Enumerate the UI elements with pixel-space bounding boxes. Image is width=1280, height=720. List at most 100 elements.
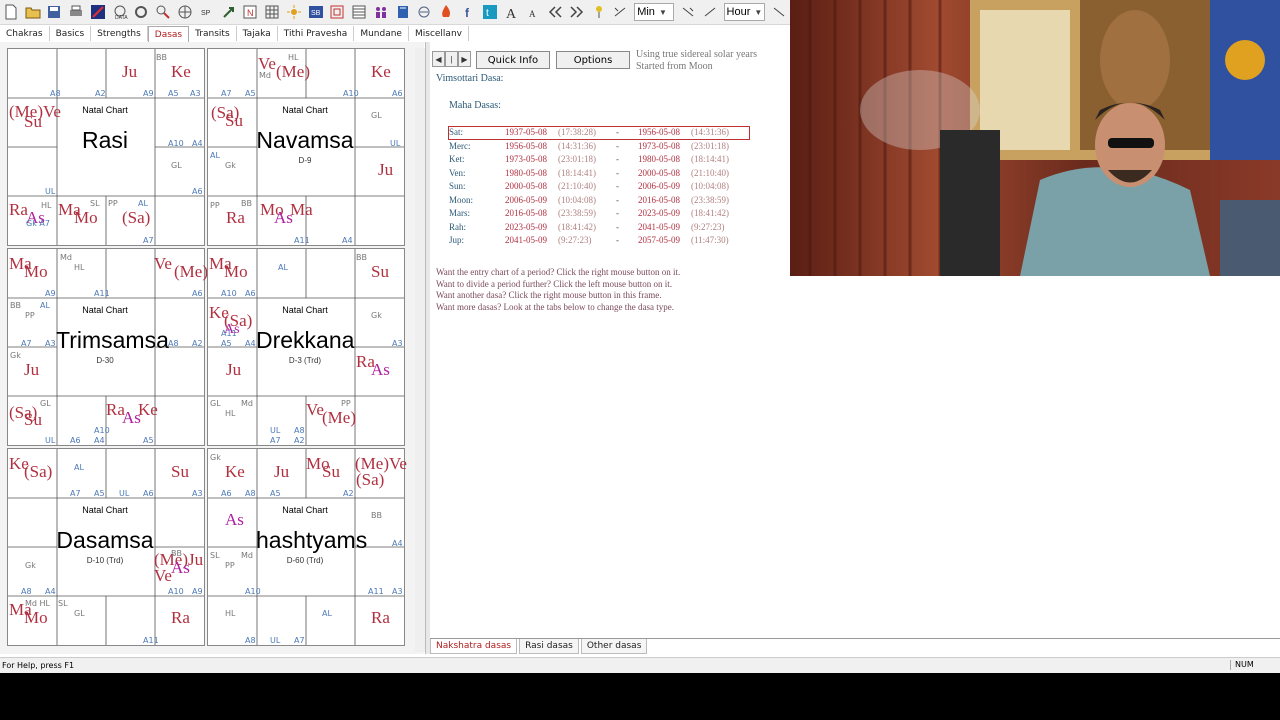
table-icon[interactable]	[350, 2, 369, 22]
tab-basics[interactable]: Basics	[50, 26, 92, 41]
time-forward2-icon[interactable]	[770, 2, 789, 22]
quick-info-button[interactable]: Quick Info	[476, 51, 550, 69]
shashtyamsa-chart[interactable]: Ke Ju Mo Su (Me)Ve (Sa) As Ra Gk A6 A8 A…	[207, 448, 407, 646]
chart-sub: D-10 (Trd)	[86, 556, 124, 565]
planet-label: Ve	[258, 54, 276, 73]
tab-mundane[interactable]: Mundane	[354, 26, 409, 41]
planet-label: Su	[24, 112, 42, 131]
charts-scrollbar[interactable]	[415, 48, 425, 652]
next-icon[interactable]: ▶	[458, 51, 471, 67]
planet-label: (Me)	[174, 262, 208, 281]
house-tag: A4	[94, 436, 105, 445]
start-time: (23:01:18)	[558, 154, 596, 164]
planet-label: Ke	[225, 462, 245, 481]
house-tag: UL	[390, 139, 401, 148]
time-forward-icon[interactable]	[678, 2, 697, 22]
svg-text:f: f	[465, 6, 470, 20]
chart-name: Rasi	[81, 127, 128, 153]
end-time: (14:31:36)	[691, 127, 729, 137]
house-tag: UL	[270, 636, 281, 645]
search-chart-icon[interactable]	[154, 2, 173, 22]
prev-icon[interactable]: ◀	[432, 51, 445, 67]
font-large-icon[interactable]: A	[502, 2, 521, 22]
planet-label: Ju	[24, 360, 40, 379]
house-tag: A2	[294, 436, 305, 445]
new-file-icon[interactable]	[2, 2, 21, 22]
start-date: 1937-05-08	[505, 127, 547, 137]
sun-icon[interactable]	[284, 2, 303, 22]
hour-combo[interactable]: Hour ▼	[723, 3, 766, 21]
rewind-icon[interactable]	[546, 2, 565, 22]
grid-icon[interactable]	[263, 2, 282, 22]
save-icon[interactable]	[45, 2, 64, 22]
planet-name: Sun:	[449, 181, 466, 191]
house-tag: A11	[368, 587, 384, 596]
data-icon[interactable]: DATA	[110, 2, 129, 22]
chart-edit-icon[interactable]	[89, 2, 108, 22]
house-tag: AL	[322, 609, 332, 618]
options-button[interactable]: Options	[556, 51, 630, 69]
sb-icon[interactable]: SB	[306, 2, 325, 22]
tab-rasi-dasas[interactable]: Rasi dasas	[519, 639, 579, 654]
tab-miscellany[interactable]: Miscellanv	[409, 26, 469, 41]
house-tag: A11	[221, 329, 237, 338]
tab-transits[interactable]: Transits	[189, 26, 237, 41]
house-tag: GL	[171, 161, 182, 170]
print-icon[interactable]	[67, 2, 86, 22]
open-folder-icon[interactable]	[23, 2, 42, 22]
people-icon[interactable]	[372, 2, 391, 22]
separator: -	[616, 194, 619, 205]
house-tag: A5	[168, 89, 179, 98]
time-back-icon[interactable]	[611, 2, 630, 22]
tab-tithi-pravesha[interactable]: Tithi Pravesha	[278, 26, 355, 41]
planet-label: As	[225, 510, 244, 529]
n-icon[interactable]: N	[241, 2, 260, 22]
house-tag: HL	[41, 201, 52, 210]
tab-nakshatra-dasas[interactable]: Nakshatra dasas	[430, 639, 518, 654]
start-date: 1956-05-08	[505, 140, 547, 151]
end-date: 2023-05-09	[638, 208, 680, 218]
drekkana-chart[interactable]: Ma Mo Su Ke (Sa) As Ju Ra As Ve (Me) AL …	[207, 248, 405, 446]
house-tag: A3	[392, 587, 403, 596]
time-step-icon[interactable]	[700, 2, 719, 22]
chevron-down-icon: ▼	[658, 7, 667, 17]
flame-icon[interactable]	[437, 2, 456, 22]
tab-tajaka[interactable]: Tajaka	[237, 26, 278, 41]
forward-icon[interactable]	[567, 2, 586, 22]
house-tag: A7	[143, 236, 154, 245]
square-chart-icon[interactable]	[328, 2, 347, 22]
start-time: (17:38:28)	[558, 127, 596, 137]
book-icon[interactable]	[393, 2, 412, 22]
facebook-icon[interactable]: f	[459, 2, 478, 22]
tab-dasas[interactable]: Dasas	[147, 26, 190, 42]
help-pin-icon[interactable]	[589, 2, 608, 22]
house-tag: PP	[225, 561, 235, 570]
house-tag: A9	[45, 289, 56, 298]
planet-tool-icon[interactable]	[415, 2, 434, 22]
min-combo[interactable]: Min ▼	[634, 3, 674, 21]
pause-icon[interactable]: |	[445, 51, 458, 67]
navamsa-chart[interactable]: Ve (Me) Ke (Sa) Su Ju Ra Mo As Ma HL Md …	[207, 48, 405, 246]
house-tag: A8	[245, 636, 256, 645]
font-small-icon[interactable]: A	[524, 2, 543, 22]
separator: -	[616, 127, 619, 137]
planet-label: Mo	[74, 208, 98, 227]
sp-icon[interactable]: SP	[197, 2, 216, 22]
tab-chakras[interactable]: Chakras	[0, 26, 50, 41]
dasamsa-chart[interactable]: Ke (Sa) Su (Me)Ju As Ve Ma Mo Ra AL A7 A…	[7, 448, 205, 646]
twitter-icon[interactable]: t	[480, 2, 499, 22]
house-tag: AL	[278, 263, 288, 272]
start-date: 1980-05-08	[505, 167, 547, 178]
tab-strengths[interactable]: Strengths	[91, 26, 148, 41]
settings-icon[interactable]	[132, 2, 151, 22]
separator: -	[616, 181, 619, 191]
start-time: (23:38:59)	[558, 208, 596, 218]
tab-other-dasas[interactable]: Other dasas	[580, 639, 648, 654]
trimsamsa-chart[interactable]: Ma Mo Ve (Me) Ju (Sa) Su Ra As Ke Md HL …	[7, 248, 208, 446]
arrow-tool-icon[interactable]	[219, 2, 238, 22]
rasi-chart[interactable]: Ju Ke (Me)Ve Su Ra As Ma Mo (Sa) A8 A2 A…	[7, 48, 205, 246]
house-tag: Gk	[10, 351, 21, 360]
planet-label: Ke	[371, 62, 391, 81]
end-date: 1973-05-08	[638, 140, 680, 151]
wheel-icon[interactable]	[176, 2, 195, 22]
